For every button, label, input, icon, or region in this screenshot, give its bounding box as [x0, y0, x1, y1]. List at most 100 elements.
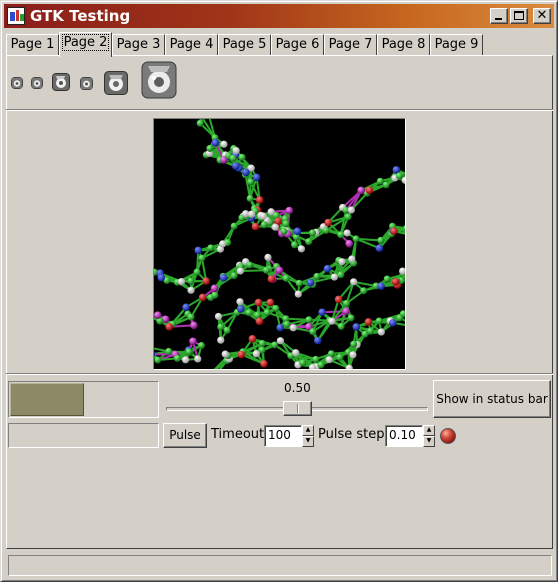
molecule-atom: [246, 194, 254, 202]
minimize-button[interactable]: [490, 8, 508, 24]
slider-grip: [297, 404, 299, 413]
molecule-atom: [338, 258, 346, 266]
molecule-atom: [177, 278, 185, 286]
molecule-atom: [342, 307, 350, 316]
molecule-atom: [229, 154, 237, 162]
molecule-atom: [297, 245, 306, 253]
molecule-atom: [259, 212, 267, 220]
title-bar[interactable]: GTK Testing ✕: [4, 4, 554, 28]
molecule-atom: [305, 238, 313, 246]
gimp-icon[interactable]: [80, 77, 93, 90]
molecule-atom: [322, 226, 330, 234]
molecule-atom: [255, 317, 264, 326]
molecule-atom: [153, 311, 162, 319]
tab-page-2[interactable]: Page 2: [59, 32, 112, 57]
molecule-atom: [258, 340, 266, 348]
molecule-atom: [336, 353, 344, 361]
molecule-atom: [313, 336, 322, 345]
molecule-atom: [189, 337, 197, 346]
gimp-icon[interactable]: [141, 60, 177, 100]
molecule-atom: [165, 323, 174, 331]
tab-label: Page 8: [381, 37, 426, 52]
molecule-atom: [337, 271, 345, 279]
pulse-step-spin-entry[interactable]: 0.10: [385, 425, 423, 447]
molecule-atom: [271, 223, 279, 231]
progress-bar-fill: [10, 383, 84, 416]
molecule-atom: [247, 178, 255, 186]
slider-thumb[interactable]: [283, 401, 312, 416]
show-in-status-bar-button[interactable]: Show in status bar: [433, 380, 551, 418]
main-window: GTK Testing ✕ Page 1 Page 2 Page 3 Page …: [0, 0, 558, 582]
molecule-atom: [291, 241, 299, 249]
molecule-atom: [211, 291, 219, 299]
molecule-atom: [255, 196, 264, 204]
molecule-atom: [242, 168, 250, 177]
timeout-label: Timeout: [211, 427, 265, 442]
molecule-atom: [377, 236, 385, 244]
molecule-atom: [350, 340, 358, 348]
molecule-atom: [352, 323, 361, 331]
molecule-atom: [230, 222, 238, 230]
molecule-atom: [264, 253, 272, 261]
molecule-atom: [181, 356, 190, 364]
molecule-atom: [328, 317, 336, 325]
molecule-atom: [154, 356, 162, 364]
molecule-atom: [245, 309, 253, 317]
molecule-atom: [318, 308, 326, 317]
molecule-atom: [196, 119, 204, 127]
gimp-icon[interactable]: [31, 77, 43, 89]
molecule-atom: [193, 268, 201, 276]
molecule-atom: [252, 173, 261, 182]
molecule-atom: [232, 146, 240, 155]
molecule-atom: [236, 267, 245, 275]
timeout-spin-up[interactable]: ▲: [302, 425, 314, 436]
tab-page-6[interactable]: Page 6: [271, 34, 324, 56]
molecule-atom: [252, 350, 260, 358]
molecule-atom: [299, 359, 307, 367]
molecule-atom: [165, 347, 173, 355]
molecule-atom: [271, 341, 279, 349]
app-icon[interactable]: [7, 7, 25, 25]
tab-page-4[interactable]: Page 4: [165, 34, 218, 56]
molecule-atom: [267, 275, 276, 283]
molecule-atom: [246, 261, 254, 269]
gimp-icon[interactable]: [52, 73, 70, 91]
molecule-atom: [294, 290, 302, 298]
gimp-icon[interactable]: [104, 71, 128, 95]
window-title: GTK Testing: [30, 7, 131, 25]
molecule-atom: [312, 355, 320, 363]
molecule-atom: [324, 218, 332, 227]
molecule-atom: [194, 355, 202, 363]
molecule-atom: [342, 299, 350, 307]
molecule-atom: [275, 266, 284, 275]
timeout-spin-entry[interactable]: 100: [264, 425, 302, 447]
close-button[interactable]: ✕: [533, 8, 551, 24]
close-icon: ✕: [536, 8, 548, 23]
timeout-spin-down[interactable]: ▼: [302, 436, 314, 447]
slider-value-label: 0.50: [284, 381, 311, 395]
tab-page-7[interactable]: Page 7: [324, 34, 377, 56]
maximize-icon: [514, 11, 524, 20]
molecule-atom: [344, 213, 352, 221]
tab-page-5[interactable]: Page 5: [218, 34, 271, 56]
molecule-atom: [330, 273, 339, 281]
molecule-atom: [219, 240, 227, 248]
molecule-bond: [240, 269, 267, 272]
molecule-atom: [247, 210, 256, 218]
molecule-atom: [348, 255, 356, 263]
pulse-step-spin-down[interactable]: ▼: [423, 436, 435, 447]
maximize-button[interactable]: [510, 8, 528, 24]
molecule-atom: [306, 278, 315, 287]
tab-page-3[interactable]: Page 3: [112, 34, 165, 56]
molecule-atom: [317, 361, 325, 369]
tab-page-8[interactable]: Page 8: [377, 34, 430, 56]
gimp-icon[interactable]: [11, 77, 23, 89]
tab-label: Page 4: [169, 37, 214, 52]
molecule-atom: [260, 221, 268, 229]
tab-page-1[interactable]: Page 1: [6, 34, 59, 56]
pulse-button[interactable]: Pulse: [163, 423, 207, 448]
molecule-atom: [313, 272, 321, 280]
pulse-step-spin-up[interactable]: ▲: [423, 425, 435, 436]
molecule-atom: [334, 295, 343, 304]
tab-page-9[interactable]: Page 9: [430, 34, 483, 56]
